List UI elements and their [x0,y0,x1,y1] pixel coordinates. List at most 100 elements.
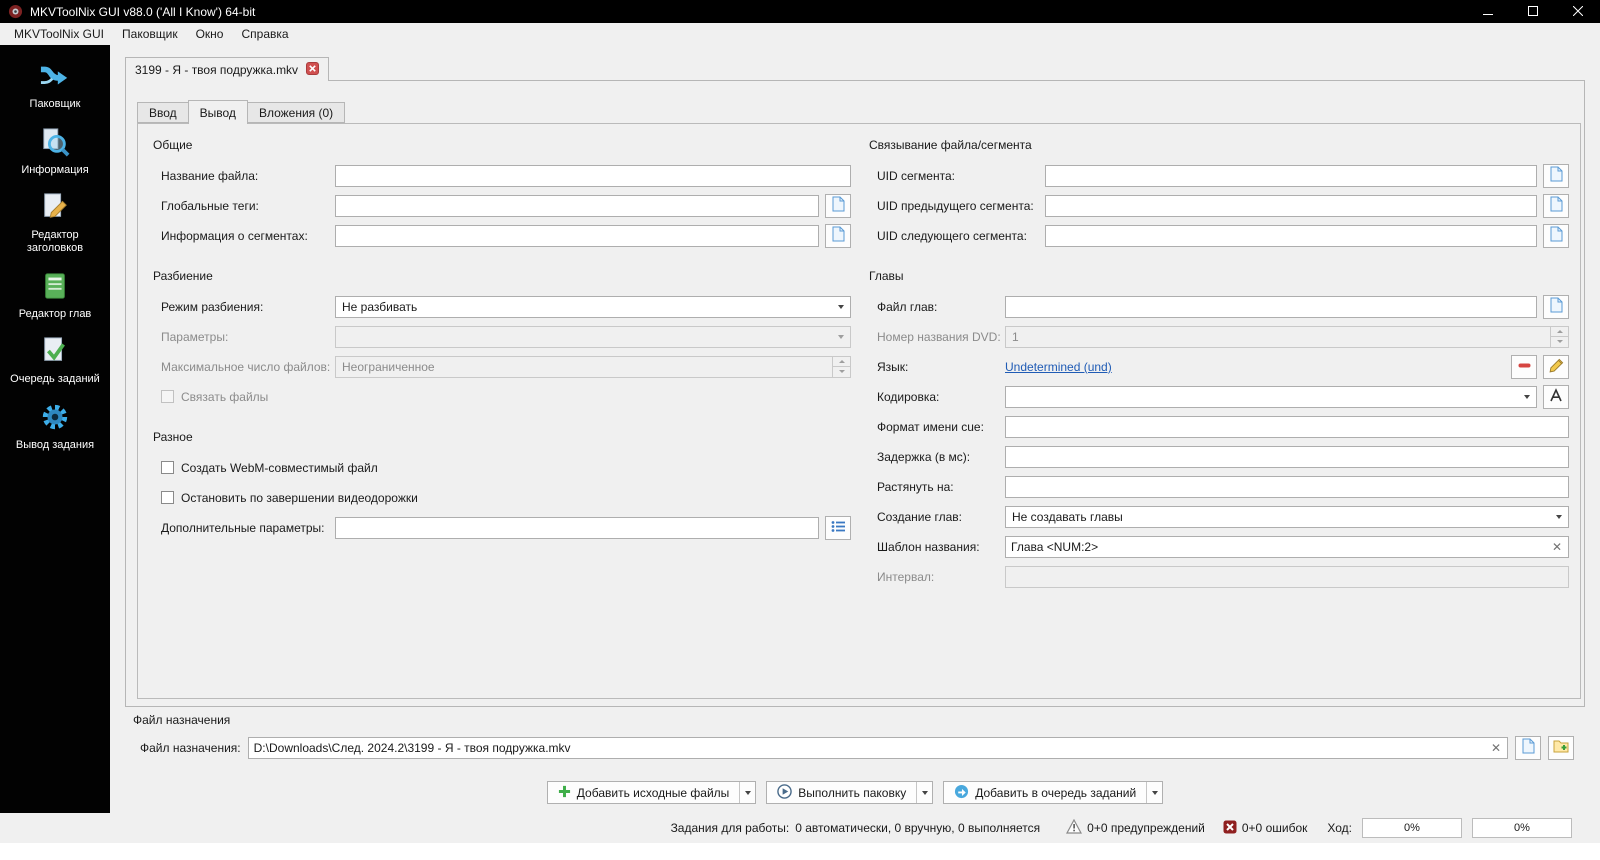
chapter-delay-input[interactable] [1005,445,1569,468]
tab-attachments[interactable]: Вложения (0) [246,102,346,123]
section-chapters-title: Главы [869,269,904,283]
output-tab-pane: Общие Название файла: Глобальные теги: И… [137,123,1581,699]
chapter-stretch-input[interactable] [1005,475,1569,498]
webm-row: Создать WebM-совместимый файл [161,461,851,475]
browse-file-icon [1521,738,1536,757]
window-title: MKVToolNix GUI v88.0 ('All I Know') 64-b… [30,4,256,19]
stop-after-video-checkbox[interactable] [161,491,174,504]
add-to-job-queue-menu-arrow[interactable] [1146,782,1162,803]
tab-input[interactable]: Ввод [137,102,189,123]
section-general-title: Общие [153,138,193,152]
link-files-checkbox[interactable] [161,390,174,403]
chapter-language-edit-button[interactable] [1543,354,1569,379]
chapter-charset-button[interactable] [1543,384,1569,409]
sidebar-item-job-output[interactable]: Вывод задания [0,394,110,460]
sidebar-item-chapter-editor[interactable]: Редактор глав [0,263,110,329]
destination-folder-button[interactable] [1548,735,1574,760]
header-editor-icon [40,192,70,225]
webm-label: Создать WebM-совместимый файл [181,460,378,475]
menu-multiplexer[interactable]: Паковщик [113,23,187,45]
chapter-file-input[interactable] [1005,295,1537,318]
folder-plus-icon [1553,739,1569,756]
section-chapters: Файл глав: Номер названия DVD: 1 Язык: U… [877,294,1569,588]
chapter-charset-select[interactable] [1005,385,1537,408]
segment-uid-browse-button[interactable] [1543,163,1569,188]
close-button[interactable] [1555,0,1600,23]
previous-uid-browse-button[interactable] [1543,193,1569,218]
sidebar-item-header-editor[interactable]: Редактор заголовков [0,184,110,262]
tab-output[interactable]: Вывод [187,100,248,124]
cue-name-format-input[interactable] [1005,415,1569,438]
sidebar-item-job-queue[interactable]: Очередь заданий [0,328,110,394]
start-muxing-menu-arrow[interactable] [916,782,932,803]
file-title-input[interactable] [335,164,851,187]
start-muxing-label: Выполнить паковку [798,785,907,800]
segment-info-input[interactable] [335,224,819,247]
dvd-title-number-label: Номер названия DVD: [877,329,1001,344]
name-template-input[interactable] [1005,535,1569,558]
split-mode-value: Не разбивать [342,299,418,314]
jobs-status-label: Задания для работы: [670,821,790,835]
segment-uid-input[interactable] [1045,164,1537,187]
chapter-language-remove-button[interactable] [1511,354,1537,379]
chapter-generation-label: Создание глав: [877,509,962,524]
section-misc: Создать WebM-совместимый файл Остановить… [161,456,851,540]
menu-window[interactable]: Окно [187,23,233,45]
sidebar-item-multiplexer[interactable]: Паковщик [0,53,110,119]
close-tab-icon[interactable] [306,61,320,78]
dvd-title-number-spinner: 1 [1005,325,1569,348]
clear-input-icon[interactable]: ✕ [1491,742,1501,754]
warning-icon [1066,818,1083,837]
maximize-button[interactable] [1510,0,1555,23]
additional-params-list-button[interactable] [825,515,851,540]
global-tags-browse-button[interactable] [825,193,851,218]
next-uid-input[interactable] [1045,224,1537,247]
segment-info-browse-button[interactable] [825,223,851,248]
chevron-down-icon [1549,507,1568,527]
stop-after-video-row: Остановить по завершении видеодорожки [161,491,851,505]
split-parameters-select [335,325,851,348]
spin-up-icon [1551,327,1568,337]
chapter-language-link[interactable]: Undetermined (und) [1005,360,1112,374]
minus-icon [1517,358,1532,376]
chapter-language-row: Undetermined (und) [1005,354,1537,379]
statusbar: Задания для работы: 0 автоматически, 0 в… [0,813,1600,843]
clear-input-icon[interactable]: ✕ [1552,541,1562,553]
minimize-button[interactable] [1465,0,1510,23]
chevron-down-icon [1517,387,1536,407]
section-general: Название файла: Глобальные теги: Информа… [161,164,851,248]
chapter-file-browse-button[interactable] [1543,294,1569,319]
magnifier-icon [40,127,70,160]
destination-browse-button[interactable] [1515,735,1541,760]
additional-params-label: Дополнительные параметры: [161,520,325,535]
sidebar-item-info[interactable]: Информация [0,119,110,185]
link-files-label: Связать файлы [181,389,269,404]
spin-up-icon [833,357,850,367]
section-splitting-title: Разбиение [153,269,213,283]
add-to-job-queue-label: Добавить в очередь заданий [975,785,1137,800]
chapter-generation-select[interactable]: Не создавать главы [1005,505,1569,528]
global-tags-input[interactable] [335,194,819,217]
destination-input[interactable] [247,736,1508,759]
add-to-job-queue-button[interactable]: Добавить в очередь заданий [943,781,1164,804]
add-source-files-label: Добавить исходные файлы [576,785,730,800]
list-icon [831,520,846,536]
progress-bar-current: 0% [1362,818,1462,838]
start-muxing-button[interactable]: Выполнить паковку [766,781,934,804]
add-source-files-menu-arrow[interactable] [739,782,755,803]
menu-mkvtoolnix-gui[interactable]: MKVToolNix GUI [5,23,113,45]
split-mode-label: Режим разбиения: [161,299,264,314]
errors-count: 0+0 ошибок [1241,821,1308,835]
app-icon [8,4,23,19]
next-uid-browse-button[interactable] [1543,223,1569,248]
webm-checkbox[interactable] [161,461,174,474]
previous-uid-label: UID предыдущего сегмента: [877,198,1034,213]
menu-help[interactable]: Справка [232,23,297,45]
titlebar: MKVToolNix GUI v88.0 ('All I Know') 64-b… [0,0,1600,23]
split-mode-select[interactable]: Не разбивать [335,295,851,318]
additional-params-input[interactable] [335,516,819,539]
pencil-icon [1549,358,1564,376]
add-source-files-button[interactable]: Добавить исходные файлы [546,781,757,804]
previous-uid-input[interactable] [1045,194,1537,217]
file-tab[interactable]: 3199 - Я - твоя подружка.mkv [125,57,330,81]
